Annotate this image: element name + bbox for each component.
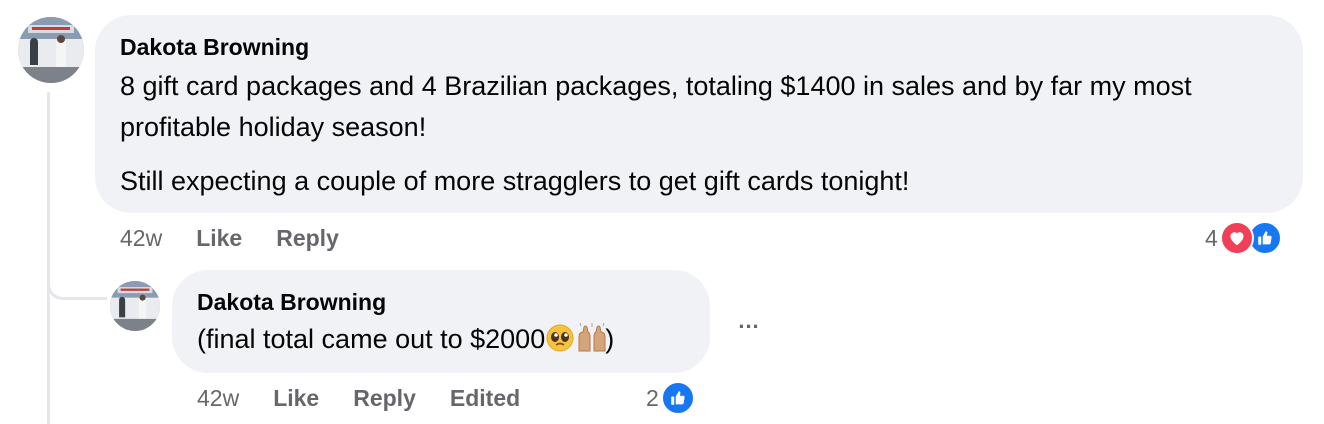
reply-author[interactable]: Dakota Browning [197,287,685,317]
like-button[interactable]: Like [196,225,242,252]
like-icon [660,381,695,415]
edited-label[interactable]: Edited [450,385,520,412]
reaction-summary[interactable]: 2 [646,381,695,415]
reaction-summary[interactable]: 4 [1205,221,1282,255]
comment-thread: Dakota Browning 8 gift card packages and… [0,0,1324,424]
raising-hands-icon [575,322,606,353]
comment-actions: 42w Like Reply [120,225,373,252]
reply-text: (final total came out to $2000 ) [197,319,685,359]
comment-text-paragraph-2: Still expecting a couple of more straggl… [120,166,910,196]
avatar[interactable] [18,17,84,83]
comment-bubble: Dakota Browning 8 gift card packages and… [95,15,1303,213]
pleading-face-icon [545,323,575,353]
comment-text-paragraph-1: 8 gift card packages and 4 Brazilian pac… [120,71,1192,142]
reply-button[interactable]: Reply [276,225,339,252]
reaction-count: 4 [1205,224,1218,251]
like-button[interactable]: Like [273,385,319,412]
reply-actions: 42w Like Reply Edited [197,385,554,412]
avatar-image [110,281,160,331]
comment-author[interactable]: Dakota Browning [120,32,1278,62]
heart-icon [1219,221,1254,255]
reply-bubble: Dakota Browning (final total came out to… [172,270,710,373]
thread-branch-line [47,252,107,300]
reply-timestamp[interactable]: 42w [197,385,239,412]
reply-text-body: (final total came out to $2000 [197,324,546,354]
reaction-count: 2 [646,384,659,411]
reply-button[interactable]: Reply [353,385,416,412]
avatar[interactable] [110,281,160,331]
more-options-icon: ... [738,308,760,333]
reply-text-end: ) [605,324,615,354]
more-options-button[interactable]: ... [733,305,765,337]
comment-timestamp[interactable]: 42w [120,225,162,252]
avatar-image [18,17,84,83]
